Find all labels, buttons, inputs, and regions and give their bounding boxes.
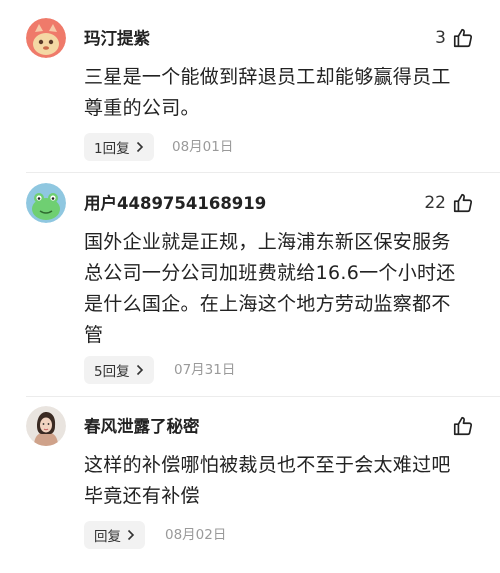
comment-text: 这样的补偿哪怕被裁员也不至于会太难过吧 毕竟还有补偿 bbox=[84, 450, 484, 512]
username[interactable]: 春风泄露了秘密 bbox=[84, 416, 200, 438]
comment-date: 08月02日 bbox=[165, 527, 227, 543]
reply-button[interactable]: 回复 bbox=[84, 521, 145, 549]
reply-label: 回复 bbox=[94, 529, 121, 545]
like-button[interactable] bbox=[446, 415, 474, 437]
comment-text-line: 毕竟还有补偿 bbox=[84, 485, 200, 507]
avatar[interactable] bbox=[26, 406, 66, 446]
comment-text-line: 这样的补偿哪怕被裁员也不至于会太难过吧 bbox=[84, 454, 451, 476]
thumbs-up-icon bbox=[453, 416, 473, 436]
comment-item: 春风泄露了秘密 这样的补偿哪怕被裁员也不至于会太难过吧 毕竟还有补偿 回复 08… bbox=[0, 0, 500, 573]
chevron-right-icon bbox=[127, 529, 135, 541]
person-photo-avatar-icon bbox=[26, 406, 66, 446]
